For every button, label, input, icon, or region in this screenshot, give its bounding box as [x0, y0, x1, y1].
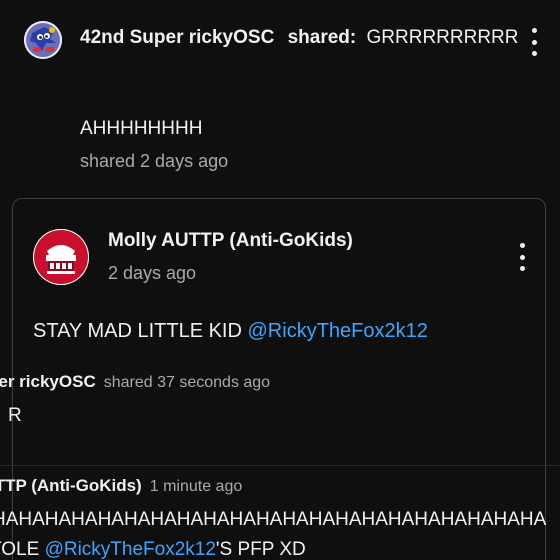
- overlapping-post: per rickyOSC shared 37 seconds ago R: [0, 370, 560, 460]
- overlap-text: 'S PFP XD: [215, 539, 306, 560]
- shared-post-timestamp: 2 days ago: [108, 263, 197, 283]
- overlap-post-body-line: TOLE @RickyTheFox2k12'S PFP XD: [0, 538, 306, 560]
- post-body: AHHHHHHHH: [80, 118, 203, 139]
- overlapping-post: ITTP (Anti-GoKids) 1 minute ago HAHAHAHAH…: [0, 465, 560, 560]
- overlap-author-name[interactable]: ITTP (Anti-GoKids): [0, 476, 142, 495]
- message-text: STAY MAD LITTLE KID: [33, 320, 248, 342]
- sonic-avatar-icon: [24, 21, 62, 59]
- user-mention-link[interactable]: @RickyTheFox2k12: [248, 320, 428, 342]
- overlap-post-body: R: [8, 405, 22, 426]
- overlap-post-meta: shared 37 seconds ago: [103, 374, 271, 391]
- overlap-author-name[interactable]: per rickyOSC: [0, 372, 96, 391]
- overlap-post-meta: 1 minute ago: [149, 478, 243, 495]
- author-name[interactable]: 42nd Super rickyOSC: [80, 27, 274, 48]
- more-vert-icon[interactable]: [516, 243, 528, 271]
- user-mention-link[interactable]: @RickyTheFox2k12: [45, 539, 216, 560]
- author-avatar[interactable]: [24, 21, 62, 59]
- shared-post-message: STAY MAD LITTLE KID @RickyTheFox2k12: [33, 319, 428, 343]
- shared-author-avatar[interactable]: [33, 229, 89, 285]
- more-vert-icon[interactable]: [528, 28, 540, 56]
- shared-title: GRRRRRRRRRR: [366, 27, 519, 48]
- shared-author-name[interactable]: Molly AUTTP (Anti-GoKids): [108, 229, 353, 253]
- red-hat-avatar-icon: [33, 229, 89, 285]
- overlap-text: TOLE: [0, 539, 40, 560]
- community-post-page: 42nd Super rickyOSC shared: GRRRRRRRRRR …: [0, 0, 560, 560]
- overlap-post-body: HAHAHAHAHAHAHAHAHAHAHAHAHAHAHAHAHAHAHAHA…: [0, 509, 547, 530]
- shared-label: shared:: [287, 27, 357, 48]
- post-header: 42nd Super rickyOSC shared: GRRRRRRRRRR: [80, 26, 519, 50]
- post-timestamp: shared 2 days ago: [80, 151, 229, 171]
